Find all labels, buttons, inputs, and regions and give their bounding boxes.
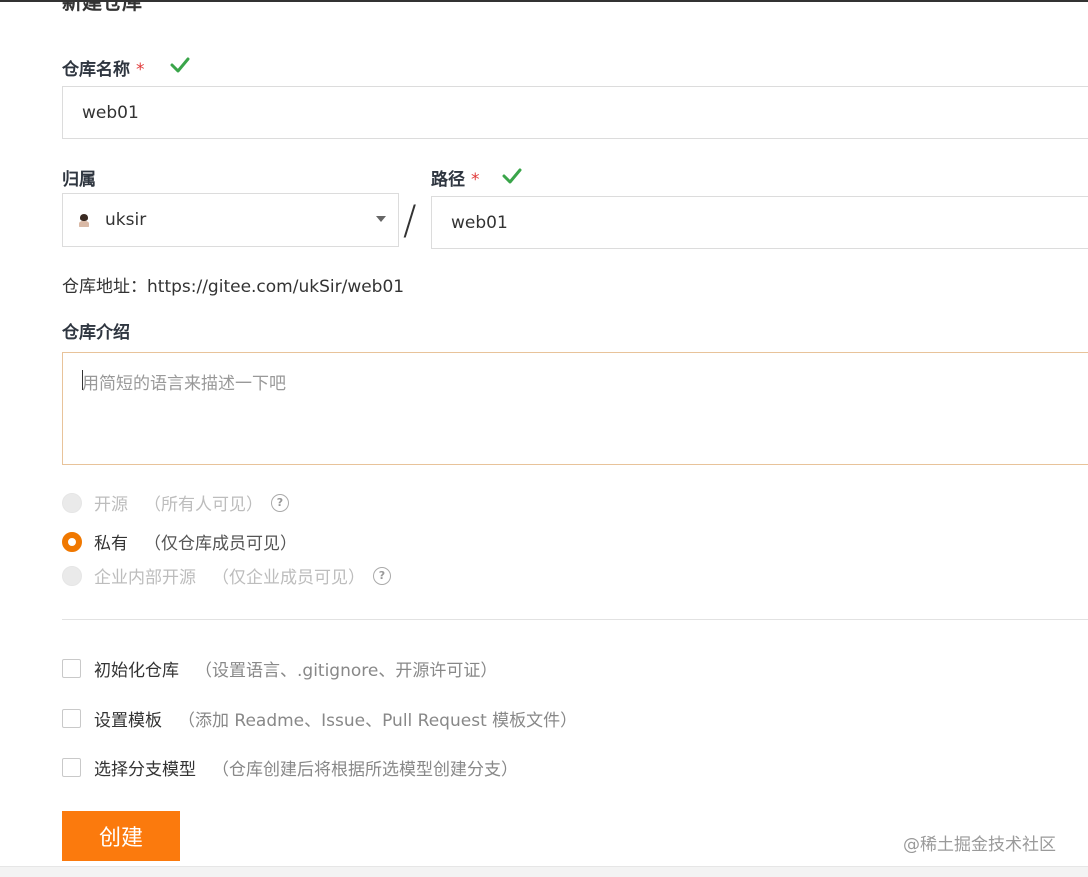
page-title: 新建仓库 (62, 0, 142, 14)
repo-address: 仓库地址：https://gitee.com/ukSir/web01 (62, 277, 405, 297)
option-branch-model[interactable]: 选择分支模型 （仓库创建后将根据所选模型创建分支） (62, 755, 518, 780)
path-separator: / (403, 198, 417, 244)
visibility-private-label: 私有 (94, 534, 128, 554)
repo-name-label: 仓库名称 * (62, 55, 145, 80)
option-init-repo-note: （设置语言、.gitignore、开源许可证） (195, 661, 498, 681)
question-circle-icon[interactable]: ? (271, 493, 289, 512)
visibility-enterprise-option[interactable]: 企业内部开源 （仅企业成员可见） ? (62, 563, 391, 588)
option-init-repo[interactable]: 初始化仓库 （设置语言、.gitignore、开源许可证） (62, 656, 497, 681)
avatar (77, 213, 91, 227)
visibility-public-option[interactable]: 开源 （所有人可见） ? (62, 490, 289, 515)
top-border (0, 0, 1088, 2)
required-mark: * (471, 170, 480, 190)
option-branch-model-label: 选择分支模型 (94, 760, 196, 780)
visibility-enterprise-label: 企业内部开源 (94, 568, 196, 588)
bottom-strip (0, 866, 1088, 877)
question-circle-icon[interactable]: ? (373, 566, 391, 585)
radio-enterprise[interactable] (62, 565, 82, 586)
owner-select[interactable]: uksir (62, 193, 399, 247)
caret-down-icon (376, 216, 386, 222)
owner-value: uksir (105, 210, 147, 230)
intro-placeholder: 用简短的语言来描述一下吧 (82, 374, 286, 394)
check-icon (502, 168, 522, 184)
owner-label: 归属 (62, 170, 96, 190)
option-template[interactable]: 设置模板 （添加 Readme、Issue、Pull Request 模板文件） (62, 706, 577, 731)
radio-public[interactable] (62, 492, 82, 513)
option-template-label: 设置模板 (94, 711, 162, 731)
option-branch-model-note: （仓库创建后将根据所选模型创建分支） (212, 760, 518, 780)
watermark: @稀土掘金技术社区 (903, 835, 1056, 855)
repo-name-value: web01 (82, 102, 139, 123)
text-cursor (82, 370, 83, 390)
path-value: web01 (451, 212, 508, 233)
repo-name-input[interactable]: web01 (62, 86, 1088, 139)
intro-label: 仓库介绍 (62, 323, 130, 343)
divider (62, 619, 1088, 620)
create-button[interactable]: 创建 (62, 811, 180, 861)
repo-name-label-text: 仓库名称 (62, 60, 130, 80)
intro-textarea[interactable]: 用简短的语言来描述一下吧 (62, 352, 1088, 465)
checkbox-branch-model[interactable] (62, 758, 81, 777)
option-init-repo-label: 初始化仓库 (94, 661, 179, 681)
path-input[interactable]: web01 (431, 196, 1088, 249)
option-template-note: （添加 Readme、Issue、Pull Request 模板文件） (178, 711, 578, 731)
visibility-private-option[interactable]: 私有 （仅仓库成员可见） (62, 529, 297, 554)
visibility-private-note: （仅仓库成员可见） (144, 534, 297, 554)
required-mark: * (136, 60, 145, 80)
radio-private[interactable] (62, 531, 82, 552)
path-label-text: 路径 (431, 170, 465, 190)
checkbox-init-repo[interactable] (62, 659, 81, 678)
check-icon (170, 57, 190, 73)
checkbox-template[interactable] (62, 709, 81, 728)
visibility-public-label: 开源 (94, 495, 128, 515)
visibility-enterprise-note: （仅企业成员可见） (212, 568, 365, 588)
path-label: 路径 * (431, 165, 480, 190)
visibility-public-note: （所有人可见） (144, 495, 263, 515)
